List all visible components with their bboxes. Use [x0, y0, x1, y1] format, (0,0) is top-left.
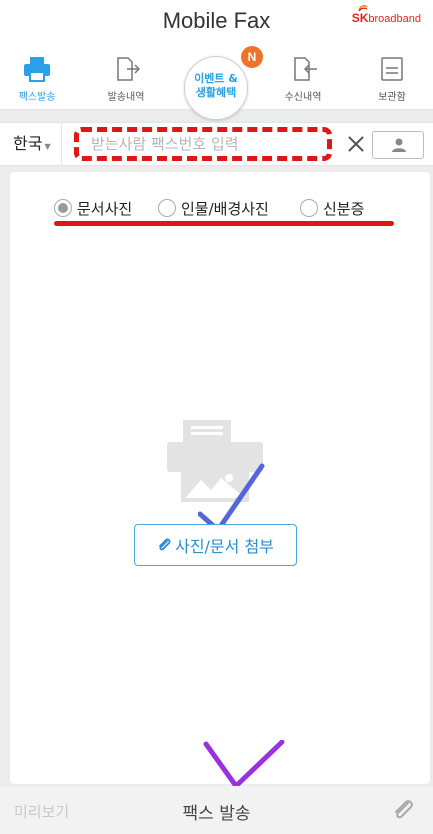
caret-down-icon: ▼ [44, 142, 51, 151]
nav-item-label: 팩스발송 [18, 92, 56, 103]
nav-item-label: 발송내역 [107, 92, 145, 103]
inbox-icon [294, 57, 317, 81]
brand-mark-icon [357, 4, 368, 12]
nav-item-send-fax[interactable]: 팩스발송 [2, 54, 72, 103]
event-label-line2: 생활혜택 [195, 86, 237, 99]
radio-label: 인물/배경사진 [181, 199, 269, 218]
brand-logo: SKbroadband [351, 4, 421, 25]
paperclip-icon [159, 538, 171, 551]
fax-number-field-annotation [74, 127, 332, 161]
app-header: Mobile Fax SKbroadband [0, 0, 433, 48]
attach-icon[interactable] [392, 797, 414, 823]
radio-dot [54, 199, 72, 217]
printer-icon [24, 57, 50, 82]
radio-label: 신분증 [323, 199, 365, 218]
event-benefits-button[interactable]: 이벤트 & 생활혜택 [184, 56, 248, 120]
country-select[interactable]: 한국 ▼ [0, 123, 62, 165]
nav-item-sent-history[interactable]: 발송내역 [91, 54, 161, 103]
nav-item-label: 보관함 [378, 92, 406, 103]
radio-document-photo[interactable]: 문서사진 [54, 196, 132, 220]
nav-item-archive[interactable]: 보관함 [357, 54, 427, 103]
country-value: 한국 [13, 134, 43, 153]
event-label-line1: 이벤트 & [194, 72, 238, 85]
radio-id-card[interactable]: 신분증 [300, 196, 364, 220]
attach-label: 사진/문서 첨부 [175, 537, 274, 556]
clear-icon[interactable] [345, 133, 367, 155]
bottom-bar: 미리보기 팩스 발송 [0, 786, 433, 834]
radio-person-background-photo[interactable]: 인물/배경사진 [158, 196, 269, 220]
archive-icon [381, 57, 403, 81]
fax-number-input[interactable] [79, 132, 327, 156]
person-icon [392, 138, 406, 152]
radio-label: 문서사진 [77, 199, 133, 218]
document-type-group: 문서사진 인물/배경사진 신분증 [54, 196, 394, 220]
send-fax-button[interactable]: 팩스 발송 [0, 799, 433, 824]
brand-name: broadband [368, 13, 421, 25]
compose-card: 문서사진 인물/배경사진 신분증 사진/문서 첨부 [10, 172, 430, 784]
annotation-check-purple [203, 740, 285, 789]
new-badge: N [241, 46, 263, 68]
contacts-button[interactable] [372, 131, 424, 159]
brand-sk: SK [351, 11, 369, 25]
nav-item-received-history[interactable]: 수신내역 [268, 54, 338, 103]
recipient-row: 한국 ▼ [0, 122, 433, 166]
annotation-underline [54, 221, 394, 226]
nav-item-label: 수신내역 [284, 92, 322, 103]
radio-dot [158, 199, 176, 217]
attach-photo-document-button[interactable]: 사진/문서 첨부 [134, 524, 297, 566]
outbox-icon [117, 57, 141, 81]
radio-dot [300, 199, 318, 217]
